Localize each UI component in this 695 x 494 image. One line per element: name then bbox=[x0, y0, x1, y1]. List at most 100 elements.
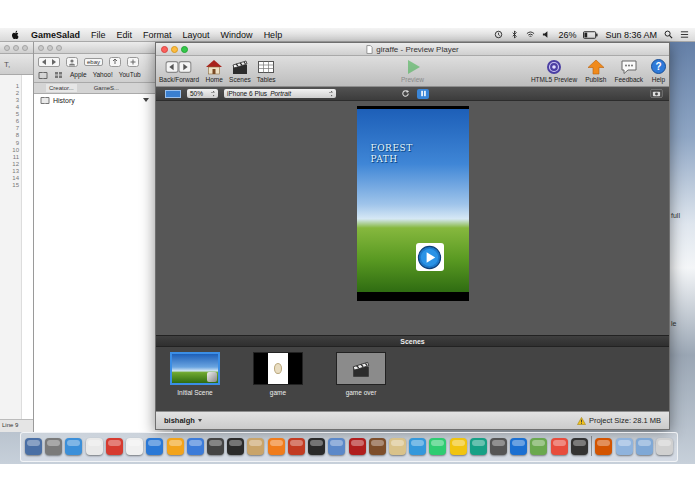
publish-button[interactable]: Publish bbox=[585, 59, 606, 83]
device-dropdown[interactable]: iPhone 6 PlusPortrait bbox=[224, 89, 336, 98]
tables-button[interactable]: Tables bbox=[257, 59, 276, 83]
dock-app-icon[interactable] bbox=[65, 438, 82, 455]
dock-app-icon[interactable] bbox=[167, 438, 184, 455]
forward-icon[interactable] bbox=[49, 58, 59, 66]
dock-app-icon[interactable] bbox=[490, 438, 507, 455]
dock-app-icon[interactable] bbox=[146, 438, 163, 455]
sidebar-tab[interactable]: GameS... bbox=[91, 84, 122, 92]
dock-app-icon[interactable] bbox=[510, 438, 527, 455]
scene-item[interactable]: game bbox=[252, 352, 304, 411]
dock-app-icon[interactable] bbox=[470, 438, 487, 455]
time-machine-icon[interactable] bbox=[494, 30, 503, 39]
scene-thumbnail[interactable] bbox=[170, 352, 220, 385]
minimize-button[interactable] bbox=[47, 45, 53, 51]
menu-item[interactable]: Layout bbox=[183, 30, 210, 40]
game-play-button[interactable] bbox=[416, 243, 444, 271]
wifi-icon[interactable] bbox=[526, 30, 535, 39]
close-button[interactable] bbox=[161, 46, 168, 53]
menu-item[interactable]: Window bbox=[221, 30, 253, 40]
html5-button[interactable]: HTML5 Preview bbox=[531, 59, 577, 83]
zoom-button[interactable] bbox=[181, 46, 188, 53]
bookmarks-icon[interactable] bbox=[38, 71, 48, 79]
scene-item[interactable]: Initial Scene bbox=[169, 352, 221, 411]
bluetooth-icon[interactable] bbox=[510, 30, 519, 39]
app-menu[interactable]: GameSalad bbox=[31, 30, 80, 40]
dock-app-icon[interactable] bbox=[288, 438, 305, 455]
sidebar-item[interactable]: History bbox=[34, 94, 173, 106]
dock-app-icon[interactable] bbox=[45, 438, 62, 455]
notification-list-icon[interactable] bbox=[680, 30, 689, 39]
scene-thumbnail[interactable] bbox=[253, 352, 303, 385]
dock-app-icon[interactable] bbox=[551, 438, 568, 455]
dock-app-icon[interactable] bbox=[429, 438, 446, 455]
add-icon[interactable] bbox=[127, 57, 139, 67]
dock-app-icon[interactable] bbox=[86, 438, 103, 455]
dock-app-icon[interactable] bbox=[450, 438, 467, 455]
dock-app-icon[interactable] bbox=[106, 438, 123, 455]
minimize-button[interactable] bbox=[13, 45, 19, 51]
menu-item[interactable]: Help bbox=[264, 30, 283, 40]
minimize-button[interactable] bbox=[171, 46, 178, 53]
dock-app-icon[interactable] bbox=[636, 438, 653, 455]
apple-icon[interactable] bbox=[10, 30, 20, 40]
close-button[interactable] bbox=[4, 45, 10, 51]
dock-app-icon[interactable] bbox=[207, 438, 224, 455]
help-button[interactable]: ?Help bbox=[651, 59, 666, 83]
dock-app-icon[interactable] bbox=[369, 438, 386, 455]
dock-app-icon[interactable] bbox=[25, 438, 42, 455]
game-preview[interactable]: FORESTPATH bbox=[357, 106, 469, 301]
dock-app-icon[interactable] bbox=[595, 438, 612, 455]
dock-app-icon[interactable] bbox=[571, 438, 588, 455]
dock-app-icon[interactable] bbox=[308, 438, 325, 455]
sidebar-tab[interactable]: Creator... bbox=[46, 84, 77, 92]
close-button[interactable] bbox=[38, 45, 44, 51]
back-icon[interactable] bbox=[39, 58, 49, 66]
menu-item[interactable]: File bbox=[91, 30, 106, 40]
home-button[interactable]: Home bbox=[205, 59, 223, 83]
user-menu[interactable]: bishalgh bbox=[164, 416, 202, 425]
dock-app-icon[interactable] bbox=[268, 438, 285, 455]
dock-app-icon[interactable] bbox=[530, 438, 547, 455]
scene-item[interactable]: game over bbox=[335, 352, 387, 411]
dock-app-icon[interactable] bbox=[187, 438, 204, 455]
zoom-button[interactable] bbox=[56, 45, 62, 51]
battery-icon[interactable] bbox=[583, 31, 598, 39]
back-forward-buttons[interactable] bbox=[38, 57, 60, 67]
preview-button[interactable]: Preview bbox=[401, 59, 424, 83]
spotlight-icon[interactable] bbox=[664, 30, 673, 39]
dock-app-icon[interactable] bbox=[656, 438, 673, 455]
bookmark-link[interactable]: YouTub bbox=[119, 71, 141, 78]
person-icon[interactable] bbox=[66, 57, 78, 67]
zoom-dropdown[interactable]: 50% bbox=[187, 89, 218, 98]
scenes-button[interactable]: Scenes bbox=[229, 59, 251, 83]
menu-item[interactable]: Format bbox=[143, 30, 172, 40]
backforward-button[interactable]: Back/Forward bbox=[159, 59, 199, 83]
battery-percent[interactable]: 26% bbox=[558, 30, 576, 40]
reload-button[interactable] bbox=[399, 89, 411, 99]
bookmark-link[interactable]: Yahoo! bbox=[93, 71, 113, 78]
feedback-button[interactable]: Feedback bbox=[614, 59, 643, 83]
layout-toggle-icon[interactable] bbox=[165, 90, 181, 98]
dock-app-icon[interactable] bbox=[227, 438, 244, 455]
edit-badge-icon[interactable] bbox=[207, 372, 217, 382]
dock-app-icon[interactable] bbox=[409, 438, 426, 455]
top-sites-icon[interactable] bbox=[54, 71, 64, 79]
text-tool-button[interactable]: T, bbox=[4, 60, 10, 69]
disclosure-triangle[interactable] bbox=[143, 98, 149, 102]
share-icon[interactable] bbox=[109, 57, 121, 67]
scene-thumbnail[interactable] bbox=[336, 352, 386, 385]
dock-app-icon[interactable] bbox=[389, 438, 406, 455]
desktop-file-label[interactable]: full bbox=[671, 212, 680, 219]
dock-app-icon[interactable] bbox=[126, 438, 143, 455]
zoom-button[interactable] bbox=[22, 45, 28, 51]
ebay-button[interactable]: ebay bbox=[84, 58, 103, 66]
camera-icon[interactable] bbox=[650, 89, 663, 98]
dock-app-icon[interactable] bbox=[247, 438, 264, 455]
dock-app-icon[interactable] bbox=[328, 438, 345, 455]
bookmark-link[interactable]: Apple bbox=[70, 71, 87, 78]
clock[interactable]: Sun 8:36 AM bbox=[605, 30, 657, 40]
volume-icon[interactable] bbox=[542, 30, 551, 39]
pause-button[interactable] bbox=[417, 89, 429, 99]
menu-item[interactable]: Edit bbox=[117, 30, 133, 40]
desktop-file-label[interactable]: le bbox=[671, 320, 676, 327]
